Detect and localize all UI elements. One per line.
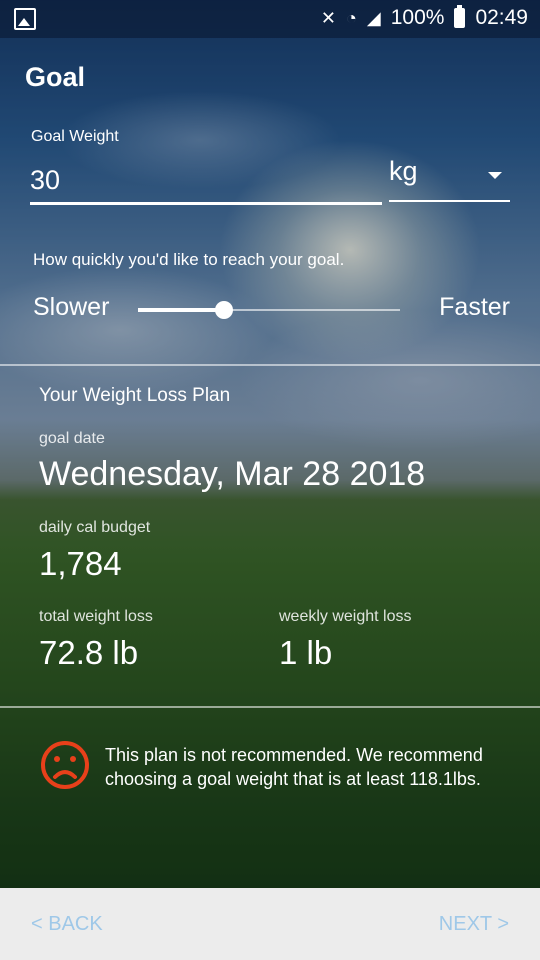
page-title: Goal [25,62,86,92]
plan-title: Your Weight Loss Plan [39,385,231,406]
total-loss-label: total weight loss [39,608,153,625]
slower-label: Slower [33,293,110,321]
next-button[interactable]: NEXT > [439,913,509,936]
unit-selected-value: kg [389,156,418,186]
goal-weight-label: Goal Weight [31,128,119,145]
speed-prompt: How quickly you'd like to reach your goa… [33,250,345,269]
sad-face-icon [41,741,89,789]
chevron-down-icon [488,172,502,179]
total-loss-value: 72.8 lb [39,634,139,671]
wifi-icon: ◔ [346,7,357,28]
speed-slider[interactable] [138,300,400,320]
status-bar: ✕ ◔ ◢ 100% 02:49 [0,0,540,38]
footer-bar: < BACK NEXT > [0,888,540,960]
budget-value: 1,784 [39,545,122,582]
status-time: 02:49 [475,6,528,29]
faster-label: Faster [439,293,510,321]
divider [0,706,540,708]
gallery-icon [14,8,36,30]
back-button[interactable]: < BACK [31,913,103,936]
goal-weight-input[interactable] [30,158,382,205]
slider-thumb[interactable] [215,301,234,319]
battery-percent: 100% [390,6,445,29]
signal-icon: ◢ [366,7,381,28]
goal-date-value: Wednesday, Mar 28 2018 [39,455,426,493]
weekly-loss-label: weekly weight loss [279,608,412,625]
unit-dropdown[interactable]: kg [389,152,510,202]
goal-date-label: goal date [39,430,105,447]
budget-label: daily cal budget [39,519,151,536]
warning-message: This plan is not recommended. We recomme… [105,745,483,789]
slider-fill [138,308,225,312]
battery-icon [454,5,466,28]
divider [0,364,540,366]
mute-icon: ✕ [320,7,336,28]
weekly-loss-value: 1 lb [279,634,333,671]
